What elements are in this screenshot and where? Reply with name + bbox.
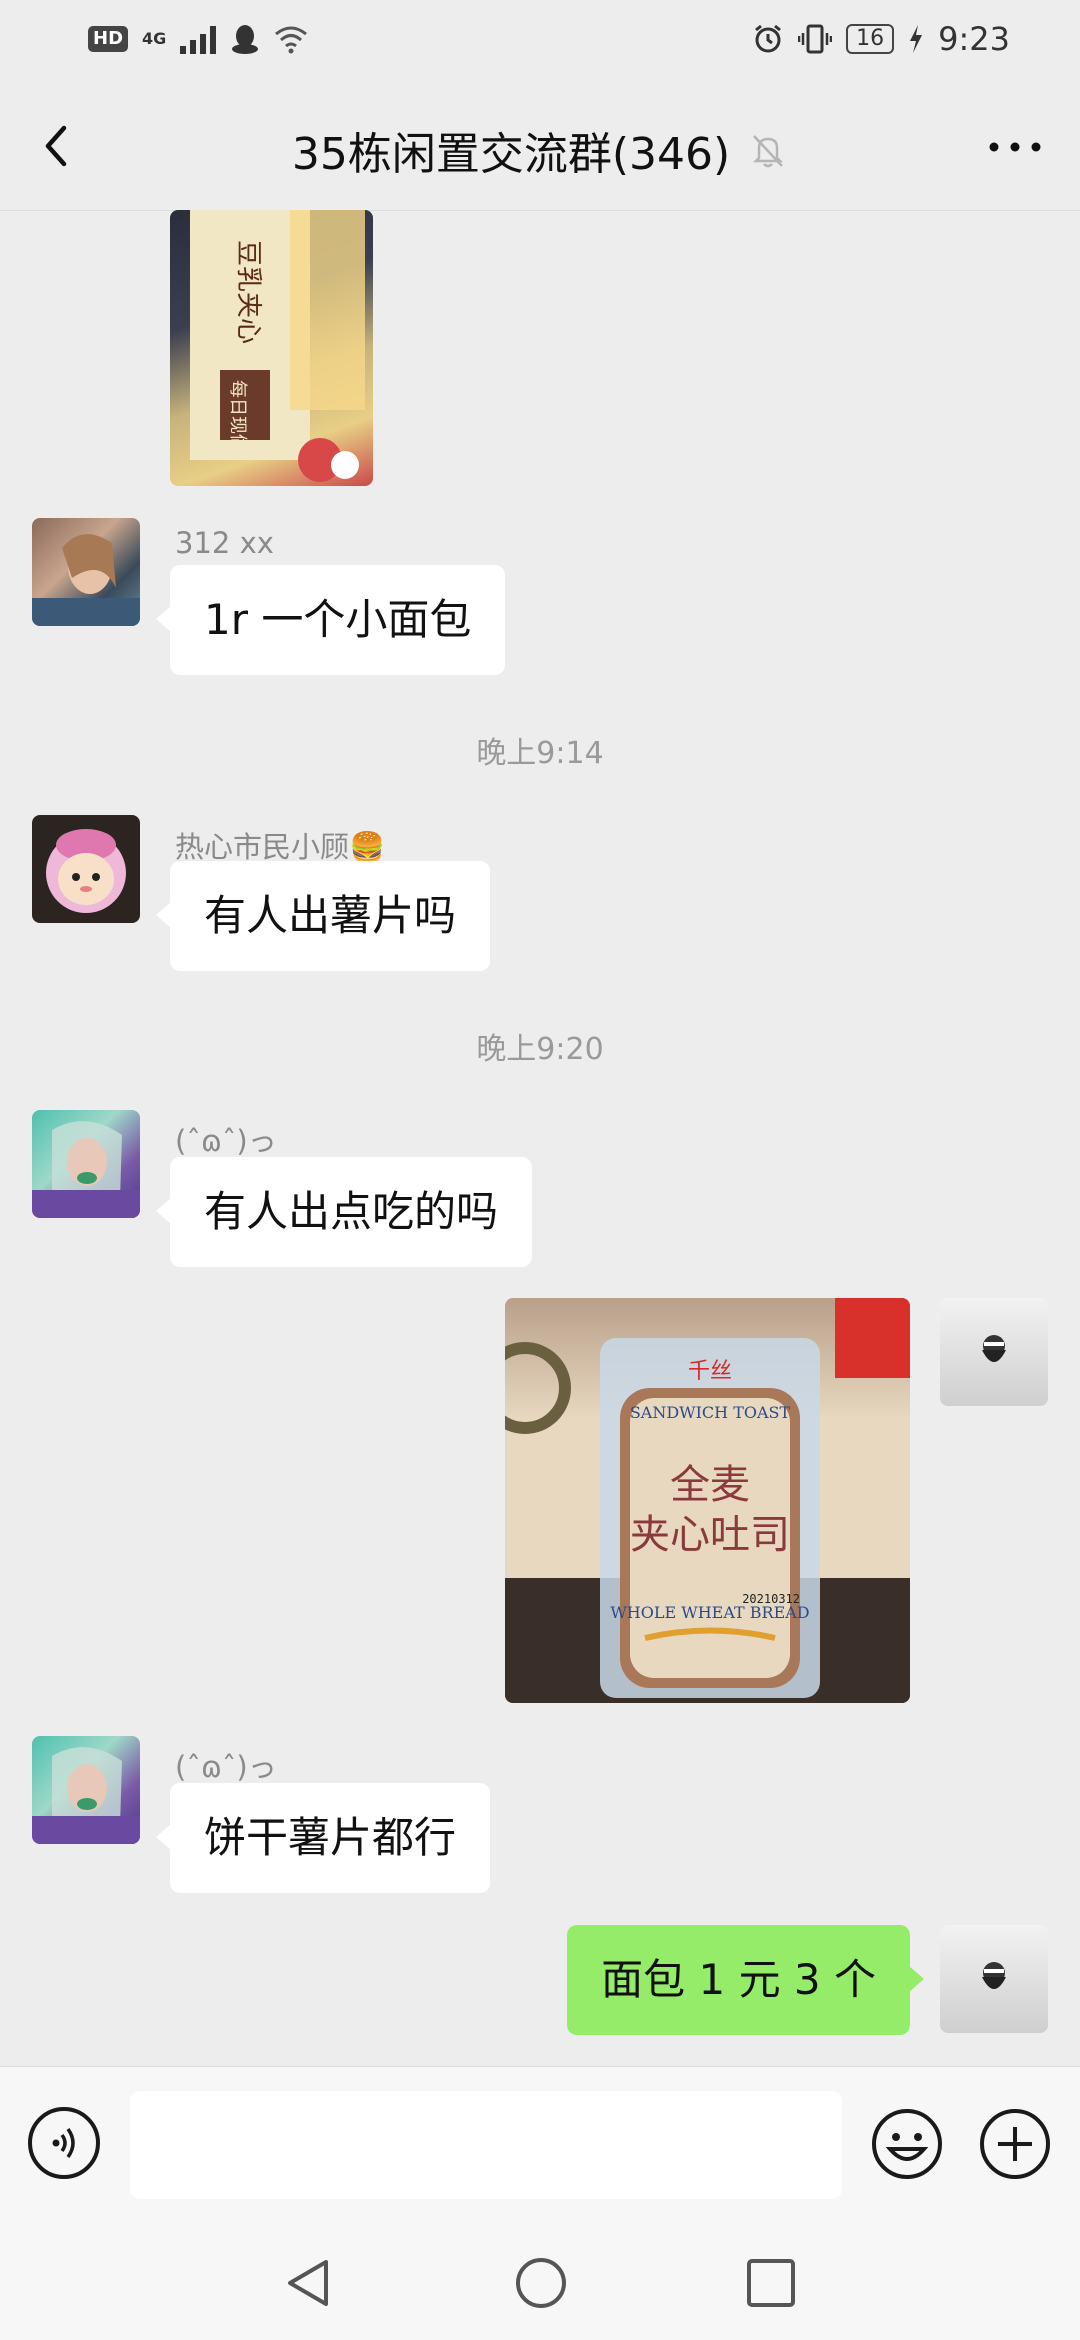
text-bubble[interactable]: 饼干薯片都行 [155,1783,491,1893]
sender-name: (ˆɷˆ)っ [175,1750,277,1784]
alarm-icon [755,24,782,53]
avatar[interactable] [32,518,140,626]
sender-name: (ˆɷˆ)っ [175,1124,277,1158]
plus-icon[interactable] [978,2107,1052,2181]
nav-home-icon[interactable] [514,2256,568,2310]
bread-line1-text: 全麦 [670,1462,750,1508]
avatar-minimal [982,1335,1006,1362]
chat-header: 35栋闲置交流群(346) [0,82,1080,211]
vibrate-icon [798,24,833,54]
bread-line2-text: 夹心吐司 [630,1512,790,1558]
battery-level: 16 [846,24,895,54]
snack-sub-text: 每日现做 [227,380,248,452]
snack-photo: 豆乳夹心 每日现做 [190,210,365,482]
snack-label-text: 豆乳夹心 [233,240,263,344]
system-nav-bar [0,2226,1080,2340]
wifi-icon [275,26,308,54]
bread-toast-text: SANDWICH TOAST [630,1403,791,1422]
image-message[interactable]: 千丝 SANDWICH TOAST 全麦 夹心吐司 WHOLE WHEAT BR… [505,1298,910,1703]
self-avatar[interactable] [940,1925,1048,2033]
sender-name: 312 xx [175,526,274,560]
input-bar [0,2066,1080,2227]
nav-recent-icon[interactable] [744,2256,798,2310]
self-avatar[interactable] [940,1298,1048,1406]
avatar-cartoon [46,829,126,913]
sender-name: 热心市民小顾🍔 [175,830,386,864]
avatar-anime [32,1121,140,1218]
bell-off-icon [753,135,784,168]
qq-icon [232,25,259,54]
status-bar: HD 4G 16 9:23 [0,0,1080,82]
timestamp: 晚上9:14 [476,736,604,771]
bread-photo: 千丝 SANDWICH TOAST 全麦 夹心吐司 WHOLE WHEAT BR… [505,1298,910,1703]
text-bubble[interactable]: 有人出薯片吗 [155,861,491,971]
network-label: 4G [142,29,167,48]
avatar[interactable] [32,1110,140,1218]
emoji-icon[interactable] [870,2107,944,2181]
avatar[interactable] [32,815,140,923]
message-input[interactable] [130,2091,842,2199]
text-bubble-self[interactable]: 面包 1 元 3 个 [567,1925,924,2035]
bread-brand-text: 千丝 [688,1359,732,1384]
message-list[interactable]: 豆乳夹心 每日现做 312 xx 1r 一个小面包 晚上9:14 热心市民小顾🍔… [0,210,1080,2065]
avatar-woman [32,534,140,626]
hd-badge: HD [88,26,129,52]
avatar-minimal [982,1962,1006,1989]
status-time: 9:23 [938,20,1010,58]
status-left: HD 4G [88,22,308,56]
text-bubble[interactable]: 1r 一个小面包 [155,565,506,675]
charging-icon [910,25,923,53]
signal-icon [180,24,217,54]
image-message[interactable]: 豆乳夹心 每日现做 [170,210,373,486]
status-right: 16 9:23 [752,20,1010,58]
avatar-anime [32,1747,140,1844]
avatar[interactable] [32,1736,140,1844]
text-bubble[interactable]: 有人出点吃的吗 [155,1157,533,1267]
voice-icon[interactable] [28,2107,100,2179]
nav-back-icon[interactable] [282,2256,336,2310]
bread-code-text: 20210312 [742,1592,800,1606]
more-dots-icon[interactable] [980,122,1050,172]
timestamp: 晚上9:20 [476,1032,604,1067]
chat-title[interactable]: 35栋闲置交流群(346) [292,118,730,182]
